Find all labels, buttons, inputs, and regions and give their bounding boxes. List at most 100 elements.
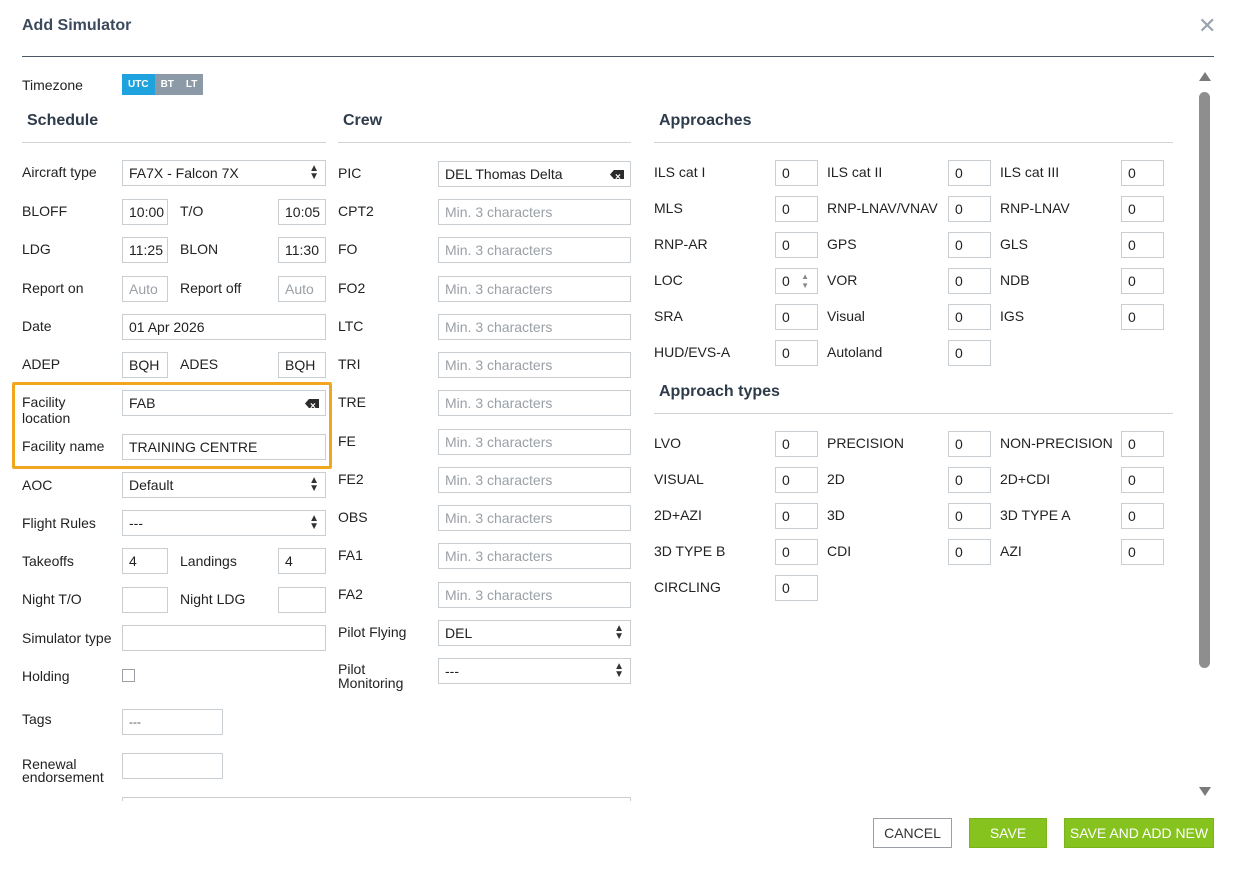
approach-gps-input[interactable]: 0: [948, 232, 991, 258]
crew-fo2-input[interactable]: Min. 3 characters: [438, 276, 631, 302]
crew-fo-input[interactable]: Min. 3 characters: [438, 237, 631, 263]
pic-label: PIC: [338, 165, 362, 181]
approach-rnp-ar-input[interactable]: 0: [775, 232, 818, 258]
approach-cdi-value: 0: [955, 544, 963, 560]
tz-bt[interactable]: BT: [154, 74, 180, 95]
crew-ltc-input[interactable]: Min. 3 characters: [438, 314, 631, 340]
save-button[interactable]: SAVE: [969, 818, 1047, 848]
approach-2d-cdi-input[interactable]: 0: [1121, 467, 1164, 493]
takeoffs-input[interactable]: 4: [122, 548, 168, 574]
crew-tri-input[interactable]: Min. 3 characters: [438, 352, 631, 378]
night-to-input[interactable]: [122, 587, 168, 613]
holding-checkbox[interactable]: [122, 669, 135, 682]
crew-fa1-input[interactable]: Min. 3 characters: [438, 543, 631, 569]
scroll-up-arrow-icon[interactable]: [1199, 72, 1211, 81]
approach-non-precision-input[interactable]: 0: [1121, 431, 1164, 457]
crew-obs-input[interactable]: Min. 3 characters: [438, 505, 631, 531]
clear-icon[interactable]: [610, 170, 624, 179]
close-icon[interactable]: ✕: [1198, 14, 1216, 38]
approach-lvo-value: 0: [782, 436, 790, 452]
facility-name-input[interactable]: TRAINING CENTRE: [122, 434, 326, 460]
crew-divider: [338, 142, 631, 143]
approach-igs-label: IGS: [1000, 308, 1025, 324]
approach-rnp-ar-value: 0: [782, 237, 790, 253]
approach-circling-input[interactable]: 0: [775, 575, 818, 601]
save-and-add-new-button[interactable]: SAVE AND ADD NEW: [1064, 818, 1214, 848]
approach-azi-input[interactable]: 0: [1121, 539, 1164, 565]
to-input[interactable]: 10:05: [278, 199, 326, 225]
approach-ils-cat-iii-input[interactable]: 0: [1121, 160, 1164, 186]
approach-2d-azi-input[interactable]: 0: [775, 503, 818, 529]
aircraft-type-select[interactable]: FA7X - Falcon 7X ▲ ▼: [122, 160, 326, 186]
number-spinner-icon[interactable]: ▲ ▼: [801, 272, 809, 290]
report-on-input[interactable]: Auto: [122, 276, 168, 302]
pic-input[interactable]: DEL Thomas Delta: [438, 161, 631, 187]
crew-cpt2-input[interactable]: Min. 3 characters: [438, 199, 631, 225]
scrollbar-thumb[interactable]: [1199, 92, 1210, 668]
tz-lt[interactable]: LT: [179, 74, 204, 95]
timezone-label: Timezone: [22, 77, 83, 93]
approach-autoland-input[interactable]: 0: [948, 340, 991, 366]
remarks-field-edge[interactable]: [122, 797, 631, 801]
ldg-input[interactable]: 11:25: [122, 237, 168, 263]
approach-precision-input[interactable]: 0: [948, 431, 991, 457]
approach-hud-evs-a-input[interactable]: 0: [775, 340, 818, 366]
tags-input[interactable]: ---: [122, 709, 223, 735]
approach-rnp-lnav-vnav-input[interactable]: 0: [948, 196, 991, 222]
chevron-updown-icon: ▲ ▼: [309, 475, 319, 494]
approach-igs-input[interactable]: 0: [1121, 304, 1164, 330]
approach-circling-value: 0: [782, 580, 790, 596]
approach-ndb-input[interactable]: 0: [1121, 268, 1164, 294]
approach-3d-type-b-input[interactable]: 0: [775, 539, 818, 565]
crew-fa2-input[interactable]: Min. 3 characters: [438, 582, 631, 608]
approach-visual-input[interactable]: 0: [775, 467, 818, 493]
approach-rnp-lnav-input[interactable]: 0: [1121, 196, 1164, 222]
scroll-down-arrow-icon[interactable]: [1199, 787, 1211, 796]
approach-2d-input[interactable]: 0: [948, 467, 991, 493]
approach-vor-label: VOR: [827, 272, 858, 288]
night-ldg-input[interactable]: [278, 587, 326, 613]
approach-lvo-input[interactable]: 0: [775, 431, 818, 457]
approach-non-precision-value: 0: [1128, 436, 1136, 452]
approach-gps-label: GPS: [827, 236, 857, 252]
pilot-flying-label: Pilot Flying: [338, 624, 407, 640]
facility-location-input[interactable]: FAB: [122, 390, 326, 416]
approach-vor-input[interactable]: 0: [948, 268, 991, 294]
bloff-input[interactable]: 10:00: [122, 199, 168, 225]
approach-sra-input[interactable]: 0: [775, 304, 818, 330]
renewal-input[interactable]: [122, 753, 223, 779]
crew-fe-input[interactable]: Min. 3 characters: [438, 429, 631, 455]
pilot-monitoring-select[interactable]: --- ▲ ▼: [438, 658, 631, 684]
aoc-label: AOC: [22, 477, 53, 493]
approach-3d-type-a-input[interactable]: 0: [1121, 503, 1164, 529]
aoc-select[interactable]: Default ▲ ▼: [122, 472, 326, 498]
approach-gps-value: 0: [955, 237, 963, 253]
blon-input[interactable]: 11:30: [278, 237, 326, 263]
approach-ils-cat-i-input[interactable]: 0: [775, 160, 818, 186]
tz-utc[interactable]: UTC: [122, 74, 155, 95]
approach-loc-input[interactable]: 0 ▲ ▼: [775, 268, 818, 294]
cancel-button[interactable]: CANCEL: [873, 818, 952, 848]
renewal-label: Renewal endorsement: [22, 756, 104, 785]
date-label: Date: [22, 318, 52, 334]
approach-ils-cat-ii-input[interactable]: 0: [948, 160, 991, 186]
approach-mls-input[interactable]: 0: [775, 196, 818, 222]
approach-visual-input[interactable]: 0: [948, 304, 991, 330]
clear-icon[interactable]: [305, 399, 319, 408]
landings-input[interactable]: 4: [278, 548, 326, 574]
ades-input[interactable]: BQH: [278, 352, 326, 378]
approach-precision-value: 0: [955, 436, 963, 452]
flight-rules-select[interactable]: --- ▲ ▼: [122, 510, 326, 536]
approach-gls-input[interactable]: 0: [1121, 232, 1164, 258]
simulator-type-input[interactable]: [122, 625, 326, 651]
approach-3d-input[interactable]: 0: [948, 503, 991, 529]
pilot-flying-select[interactable]: DEL ▲ ▼: [438, 620, 631, 646]
adep-input[interactable]: BQH: [122, 352, 168, 378]
crew-fe2-input[interactable]: Min. 3 characters: [438, 467, 631, 493]
report-off-input[interactable]: Auto: [278, 276, 326, 302]
approach-ils-cat-ii-value: 0: [955, 165, 963, 181]
holding-label: Holding: [22, 668, 70, 684]
approach-cdi-input[interactable]: 0: [948, 539, 991, 565]
date-input[interactable]: 01 Apr 2026: [122, 314, 326, 340]
crew-tre-input[interactable]: Min. 3 characters: [438, 390, 631, 416]
